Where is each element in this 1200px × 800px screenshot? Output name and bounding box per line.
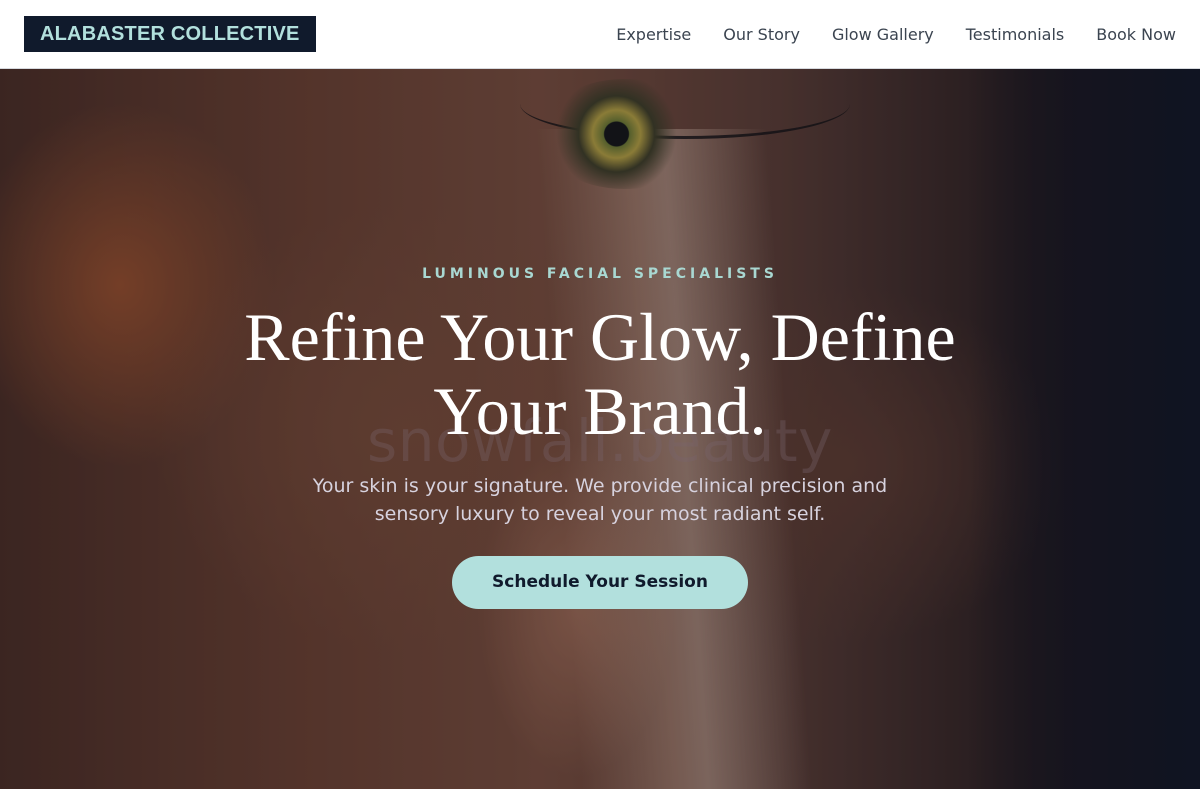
hero-headline: Refine Your Glow, Define Your Brand. — [244, 299, 956, 449]
hero-eyebrow: LUMINOUS FACIAL SPECIALISTS — [422, 266, 778, 282]
hero-section: snowfall.beauty LUMINOUS FACIAL SPECIALI… — [0, 69, 1200, 789]
hero-subtext: Your skin is your signature. We provide … — [312, 475, 888, 525]
nav-link-our-story[interactable]: Our Story — [723, 25, 800, 44]
nav-link-testimonials[interactable]: Testimonials — [966, 25, 1065, 44]
nav-link-glow-gallery[interactable]: Glow Gallery — [832, 25, 934, 44]
main-nav: Expertise Our Story Glow Gallery Testimo… — [616, 25, 1176, 44]
hero-content: LUMINOUS FACIAL SPECIALISTS Refine Your … — [0, 69, 1200, 789]
site-header: ALABASTER COLLECTIVE Expertise Our Story… — [0, 0, 1200, 69]
nav-link-expertise[interactable]: Expertise — [616, 25, 691, 44]
schedule-session-button[interactable]: Schedule Your Session — [452, 556, 748, 609]
nav-link-book-now[interactable]: Book Now — [1096, 25, 1176, 44]
brand-logo[interactable]: ALABASTER COLLECTIVE — [24, 16, 316, 52]
